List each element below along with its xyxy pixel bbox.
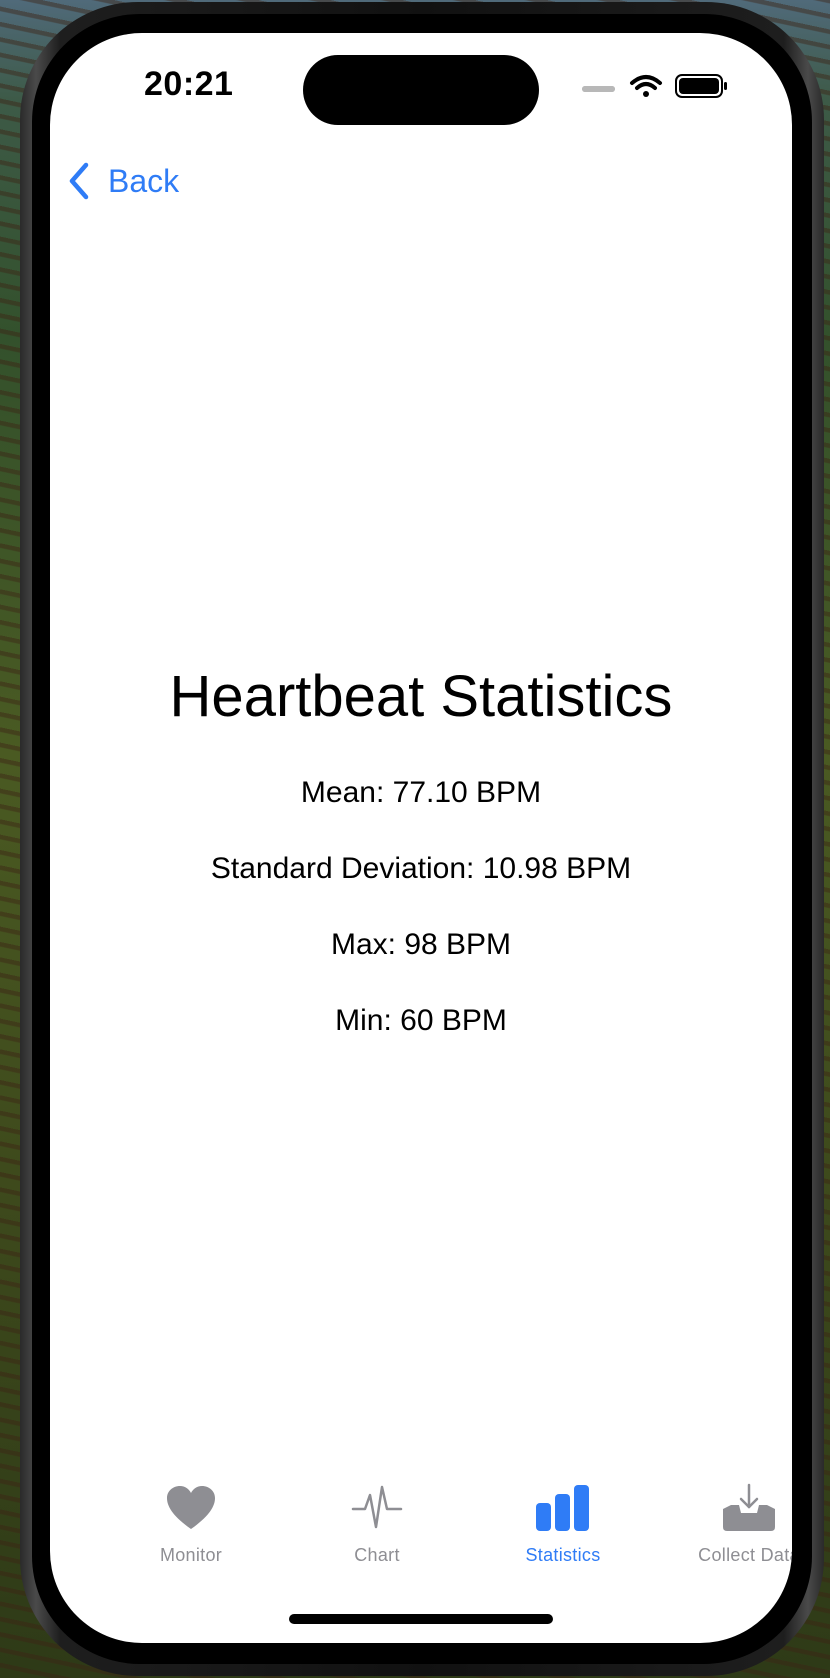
status-time: 20:21: [144, 65, 234, 103]
tab-monitor[interactable]: Monitor: [98, 1483, 284, 1583]
bar-chart-icon: [536, 1485, 589, 1531]
tab-bar: Monitor Chart Statistics Collect Data: [50, 1483, 792, 1593]
stat-min: Min: 60 BPM: [335, 1004, 507, 1037]
stat-mean: Mean: 77.10 BPM: [300, 776, 542, 809]
heart-icon: [167, 1486, 215, 1529]
status-icons: [582, 74, 727, 98]
stat-standard-deviation: Standard Deviation: 10.98 BPM: [210, 852, 632, 885]
tab-label: Statistics: [525, 1545, 601, 1565]
home-indicator[interactable]: [289, 1614, 553, 1624]
dynamic-island: [303, 55, 539, 125]
tab-label: Chart: [354, 1545, 400, 1565]
signal-dots-icon: [582, 86, 615, 92]
battery-icon: [675, 74, 727, 98]
statistics-panel: Heartbeat Statistics Mean: 77.10 BPM Sta…: [50, 663, 792, 1039]
tab-label: Collect Data: [698, 1545, 792, 1565]
page-title: Heartbeat Statistics: [169, 664, 673, 729]
tab-collect-data[interactable]: Collect Data: [656, 1483, 792, 1583]
tab-label: Monitor: [159, 1545, 223, 1565]
tab-chart[interactable]: Chart: [284, 1483, 470, 1583]
back-label: Back: [108, 162, 180, 199]
stat-max: Max: 98 BPM: [330, 928, 512, 961]
tray-download-icon: [723, 1483, 775, 1531]
wifi-icon: [630, 75, 662, 97]
waveform-icon: [351, 1485, 403, 1529]
tab-statistics[interactable]: Statistics: [470, 1483, 656, 1583]
chevron-left-icon: [69, 162, 89, 200]
app-screen: 20:21 Back Heartbeat Statistics Mean: 77…: [50, 33, 792, 1643]
back-button[interactable]: Back: [64, 153, 179, 209]
